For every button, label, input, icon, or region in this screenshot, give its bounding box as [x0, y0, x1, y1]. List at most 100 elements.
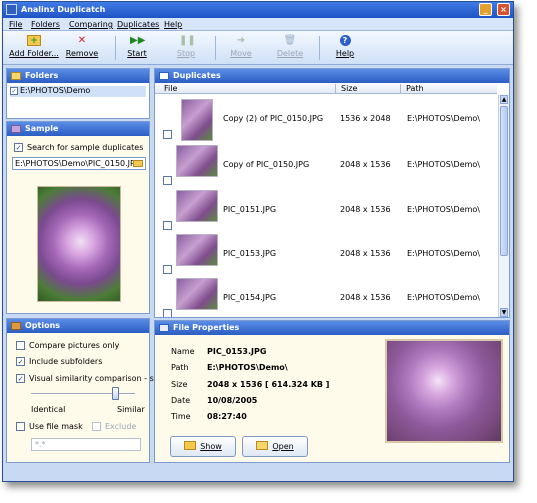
app-window: Analinx Duplicatch _ × File Folders Comp… [2, 1, 514, 482]
options-panel: Options Compare pictures only ✓ Include s… [6, 318, 167, 463]
scroll-down-icon[interactable]: ▼ [500, 308, 508, 317]
table-row[interactable]: Copy (2) of PIC_0150.JPG 1536 x 2048 E:\… [155, 97, 497, 141]
options-header: Options [7, 319, 149, 333]
date-label: Date [171, 396, 191, 405]
file-mask-checkbox[interactable] [16, 422, 25, 431]
properties-icon [159, 324, 169, 332]
search-sample-option[interactable]: ✓ Search for sample duplicates [14, 143, 143, 152]
help-icon: ? [339, 35, 351, 46]
folder-checkbox[interactable]: ✓ [10, 86, 18, 95]
include-subfolders-option[interactable]: ✓ Include subfolders [16, 357, 102, 366]
row-size: 2048 x 1536 [340, 293, 391, 302]
row-thumbnail [181, 99, 213, 141]
folder-item[interactable]: ✓ E:\PHOTOS\Demo [10, 86, 146, 97]
visual-similarity-checkbox[interactable]: ✓ [16, 374, 25, 383]
add-folder-icon: + [27, 35, 41, 46]
move-button[interactable]: ➜ Move [218, 34, 264, 63]
column-path[interactable]: Path [401, 84, 497, 94]
row-thumbnail [176, 234, 218, 266]
show-button[interactable]: Show [170, 436, 236, 457]
sample-icon [11, 125, 21, 133]
scroll-thumb[interactable] [500, 106, 508, 256]
row-file: Copy of PIC_0150.JPG [223, 160, 310, 169]
row-checkbox[interactable] [163, 265, 172, 274]
row-path: E:\PHOTOS\Demo\ [407, 114, 481, 123]
menu-help[interactable]: Help [164, 20, 182, 29]
column-file[interactable]: File [159, 84, 336, 94]
row-checkbox[interactable] [163, 176, 172, 185]
window-title: Analinx Duplicatch [21, 5, 106, 14]
close-button[interactable]: × [497, 3, 510, 16]
toolbar-separator [215, 36, 216, 60]
file-mask-input[interactable]: *.* [31, 438, 141, 451]
title-bar[interactable]: Analinx Duplicatch _ × [3, 2, 513, 18]
toolbar-separator [319, 36, 320, 60]
app-icon [6, 4, 17, 15]
sample-path-field[interactable]: E:\PHOTOS\Demo\PIC_0150.JPG [12, 157, 146, 170]
stop-button[interactable]: ❚❚ Stop [163, 34, 209, 63]
column-size[interactable]: Size [336, 84, 401, 94]
search-sample-checkbox[interactable]: ✓ [14, 143, 23, 152]
row-size: 2048 x 1536 [340, 205, 391, 214]
folder-icon [11, 72, 21, 80]
time-label: Time [171, 412, 191, 421]
delete-icon: 🗑 [283, 35, 297, 46]
row-thumbnail [176, 145, 218, 177]
menu-duplicates[interactable]: Duplicates [117, 20, 159, 29]
include-subfolders-checkbox[interactable]: ✓ [16, 357, 25, 366]
open-button[interactable]: Open [242, 436, 308, 457]
name-value: PIC_0153.JPG [207, 347, 267, 356]
play-icon: ▶▶ [130, 35, 146, 46]
duplicates-scrollbar[interactable]: ▲ ▼ [498, 95, 509, 317]
folders-header: Folders [7, 69, 149, 83]
remove-button[interactable]: ✕ Remove [59, 34, 105, 63]
sample-image [37, 186, 121, 302]
table-row[interactable]: PIC_0153.JPG 2048 x 1536 E:\PHOTOS\Demo\ [155, 232, 497, 276]
table-row[interactable]: Copy of PIC_0150.JPG 2048 x 1536 E:\PHOT… [155, 143, 497, 187]
preview-image [385, 339, 503, 443]
compare-pictures-option[interactable]: Compare pictures only [16, 341, 119, 350]
menu-file[interactable]: File [9, 20, 22, 29]
scroll-up-icon[interactable]: ▲ [500, 95, 508, 104]
name-label: Name [171, 347, 195, 356]
delete-button[interactable]: 🗑 Delete [267, 34, 313, 63]
row-size: 2048 x 1536 [340, 160, 391, 169]
similarity-slider-track[interactable] [31, 393, 135, 395]
row-checkbox[interactable] [163, 309, 172, 317]
file-mask-option[interactable]: Use file mask [16, 422, 83, 431]
exclude-option[interactable]: Exclude [92, 422, 136, 431]
row-path: E:\PHOTOS\Demo\ [407, 205, 481, 214]
path-label: Path [171, 363, 189, 372]
pause-icon: ❚❚ [179, 35, 196, 46]
visual-similarity-option[interactable]: ✓ Visual similarity comparison - slow [16, 374, 167, 383]
similar-label: Similar [117, 405, 145, 414]
table-row[interactable]: PIC_0154.JPG 2048 x 1536 E:\PHOTOS\Demo\ [155, 276, 497, 317]
compare-pictures-checkbox[interactable] [16, 341, 25, 350]
row-path: E:\PHOTOS\Demo\ [407, 249, 481, 258]
table-row[interactable]: PIC_0151.JPG 2048 x 1536 E:\PHOTOS\Demo\ [155, 188, 497, 232]
size-value: 2048 x 1536 [ 614.324 KB ] [207, 380, 330, 389]
folders-panel: Folders ✓ E:\PHOTOS\Demo [6, 68, 150, 119]
row-checkbox[interactable] [163, 130, 172, 139]
duplicates-header: Duplicates [155, 69, 509, 83]
minimize-button[interactable]: _ [479, 3, 492, 16]
start-button[interactable]: ▶▶ Start [114, 34, 160, 63]
row-file: Copy (2) of PIC_0150.JPG [223, 114, 324, 123]
grid-icon [159, 72, 169, 80]
size-label: Size [171, 380, 188, 389]
move-icon: ➜ [236, 35, 246, 46]
similarity-slider-thumb[interactable] [112, 387, 119, 400]
menu-comparing[interactable]: Comparing [69, 20, 113, 29]
row-checkbox[interactable] [163, 221, 172, 230]
file-properties-header: File Properties [155, 321, 509, 335]
open-folder-icon [256, 441, 269, 450]
menu-folders[interactable]: Folders [31, 20, 60, 29]
browse-folder-icon[interactable] [133, 160, 143, 167]
help-button[interactable]: ? Help [322, 34, 368, 63]
toolbar: + Add Folder... ✕ Remove ▶▶ Start ❚❚ Sto… [3, 31, 513, 65]
path-value: E:\PHOTOS\Demo\ [207, 363, 288, 372]
add-folder-button[interactable]: + Add Folder... [9, 34, 59, 63]
exclude-checkbox[interactable] [92, 422, 101, 431]
row-path: E:\PHOTOS\Demo\ [407, 293, 481, 302]
menu-bar: File Folders Comparing Duplicates Help [3, 18, 513, 31]
